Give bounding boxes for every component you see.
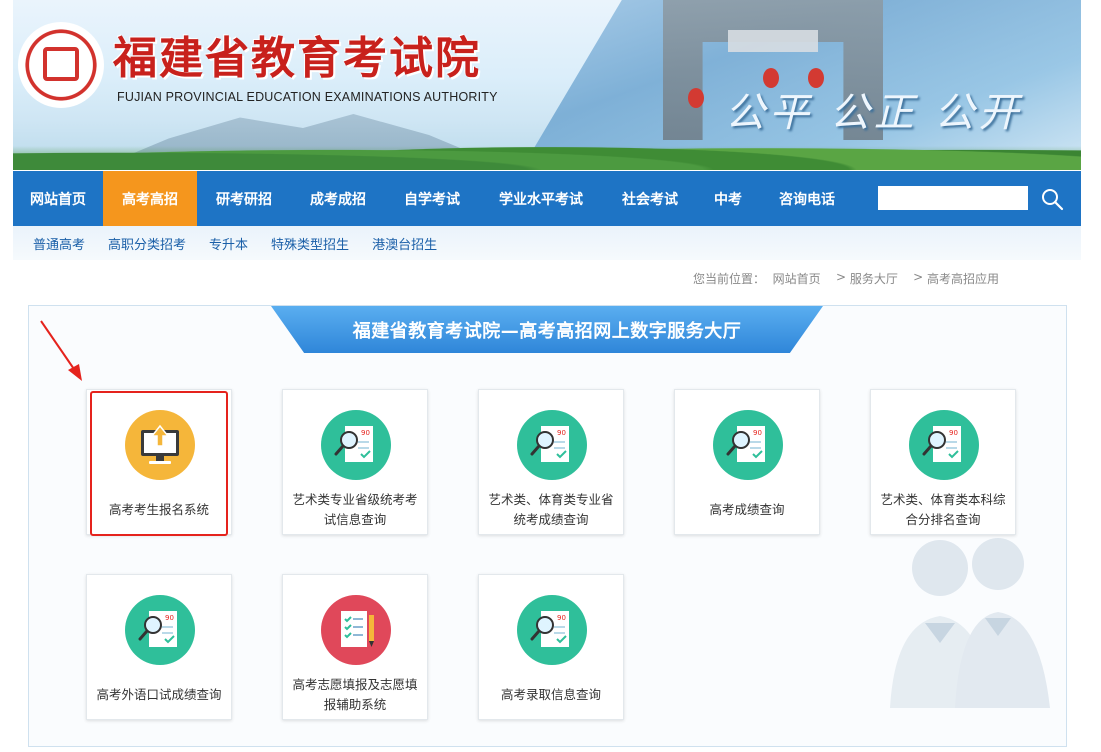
service-card-label: 艺术类、体育类本科综合分排名查询 (880, 492, 1006, 527)
subnav-item-upgrade[interactable]: 专升本 (209, 234, 248, 253)
nav-item-hotline[interactable]: 咨询电话 (759, 171, 855, 226)
site-title: 福建省教育考试院 (113, 33, 481, 84)
service-card-admission-info[interactable]: 90 高考录取信息查询 (478, 574, 624, 720)
search-icon[interactable] (1040, 187, 1064, 211)
svg-text:90: 90 (361, 429, 370, 437)
checklist-pen-icon (321, 595, 391, 665)
banner-gate-sign (728, 30, 818, 52)
svg-text:90: 90 (557, 429, 566, 437)
svg-text:90: 90 (557, 614, 566, 622)
breadcrumb-separator: > (913, 270, 924, 284)
score-search-icon: 90 (125, 595, 195, 665)
score-search-icon: 90 (517, 595, 587, 665)
nav-item-gaokao[interactable]: 高考高招 (103, 171, 197, 226)
service-card-label: 高考录取信息查询 (500, 687, 601, 702)
breadcrumb-prefix: 您当前位置： (693, 272, 766, 286)
svg-text:90: 90 (165, 614, 174, 622)
service-card-composite-rank[interactable]: 90 艺术类、体育类本科综合分排名查询 (870, 389, 1016, 535)
panel-title: 福建省教育考试院—高考高招网上数字服务大厅 (352, 320, 742, 342)
site-banner: 福建省教育考试院 FUJIAN PROVINCIAL EDUCATION EXA… (13, 0, 1081, 170)
score-search-icon: 90 (713, 410, 783, 480)
lantern-icon (688, 88, 704, 108)
breadcrumb: 您当前位置： 网站首页 > 服务大厅 > 高考高招应用 (693, 270, 999, 287)
service-card-label: 高考外语口试成绩查询 (96, 687, 222, 702)
subnav-item-regular-gaokao[interactable]: 普通高考 (33, 234, 85, 253)
breadcrumb-item-current[interactable]: 高考高招应用 (927, 270, 999, 287)
service-card-label: 高考考生报名系统 (108, 502, 209, 517)
customer-service-agents-icon (890, 538, 1050, 708)
svg-text:90: 90 (949, 429, 958, 437)
breadcrumb-item-service-hall[interactable]: 服务大厅 (850, 270, 898, 287)
service-card-label: 高考志愿填报及志愿填报辅助系统 (292, 677, 418, 712)
search-input[interactable] (878, 186, 1028, 210)
score-search-icon: 90 (321, 410, 391, 480)
breadcrumb-item-home[interactable]: 网站首页 (773, 270, 821, 287)
service-card-art-exam-info[interactable]: 90 艺术类专业省级统考考试信息查询 (282, 389, 428, 535)
nav-item-home[interactable]: 网站首页 (13, 171, 103, 226)
subnav-item-vocational[interactable]: 高职分类招考 (108, 234, 186, 253)
service-card-label: 高考成绩查询 (709, 502, 785, 517)
site-title-english: FUJIAN PROVINCIAL EDUCATION EXAMINATIONS… (117, 90, 498, 104)
service-card-registration[interactable]: 高考考生报名系统 (86, 389, 232, 535)
service-card-volunteer-application[interactable]: 高考志愿填报及志愿填报辅助系统 (282, 574, 428, 720)
subnav-item-hk-macao-taiwan[interactable]: 港澳台招生 (372, 234, 437, 253)
site-slogan: 公平 公正 公开 (725, 90, 1023, 136)
score-search-icon: 90 (909, 410, 979, 480)
service-card-oral-exam-score[interactable]: 90 高考外语口试成绩查询 (86, 574, 232, 720)
computer-upload-icon (125, 410, 195, 480)
service-card-gaokao-score[interactable]: 90 高考成绩查询 (674, 389, 820, 535)
svg-text:90: 90 (753, 429, 762, 437)
nav-item-academic-level[interactable]: 学业水平考试 (479, 171, 603, 226)
main-nav: 网站首页 高考高招 研考研招 成考成招 自学考试 学业水平考试 社会考试 中考 … (13, 171, 1081, 226)
service-card-label: 艺术类、体育类专业省统考成绩查询 (488, 492, 614, 527)
service-card-label: 艺术类专业省级统考考试信息查询 (292, 492, 418, 527)
nav-item-self-study[interactable]: 自学考试 (385, 171, 479, 226)
score-search-icon: 90 (517, 410, 587, 480)
nav-item-social-exam[interactable]: 社会考试 (603, 171, 697, 226)
service-card-art-sport-score[interactable]: 90 艺术类、体育类专业省统考成绩查询 (478, 389, 624, 535)
seal-emblem-center (43, 47, 79, 81)
breadcrumb-separator: > (835, 270, 846, 284)
pointer-arrow-icon (40, 320, 82, 381)
nav-item-postgrad[interactable]: 研考研招 (197, 171, 291, 226)
nav-item-zhongkao[interactable]: 中考 (697, 171, 759, 226)
subnav-item-special-type[interactable]: 特殊类型招生 (271, 234, 349, 253)
nav-item-adult-exam[interactable]: 成考成招 (291, 171, 385, 226)
sub-nav: 普通高考 高职分类招考 专升本 特殊类型招生 港澳台招生 (13, 226, 1081, 260)
